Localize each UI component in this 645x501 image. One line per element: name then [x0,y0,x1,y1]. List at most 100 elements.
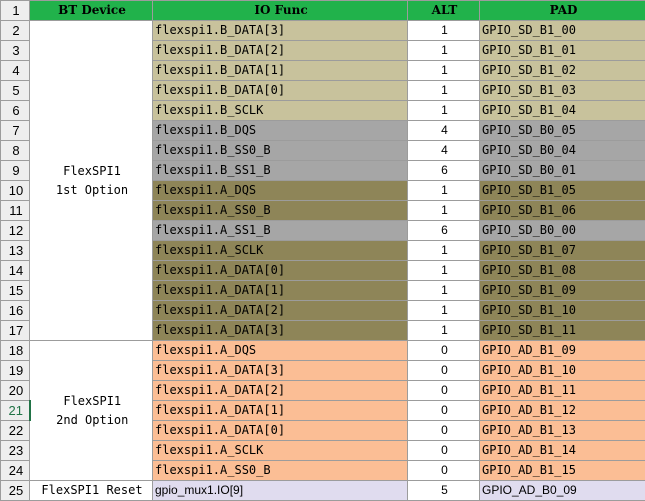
pad-cell[interactable]: GPIO_SD_B1_02 [480,61,645,81]
pad-cell[interactable]: GPIO_AD_B1_11 [480,381,645,401]
pad-cell[interactable]: GPIO_SD_B1_11 [480,321,645,341]
pad-cell[interactable]: GPIO_AD_B0_09 [480,481,645,501]
pad-cell[interactable]: GPIO_SD_B1_10 [480,301,645,321]
alt-cell[interactable]: 1 [408,301,480,321]
alt-cell[interactable]: 1 [408,81,480,101]
io-func-cell[interactable]: flexspi1.A_SCLK [153,241,408,261]
pad-cell[interactable]: GPIO_SD_B1_00 [480,21,645,41]
io-func-cell[interactable]: flexspi1.A_SS0_B [153,201,408,221]
pad-cell[interactable]: GPIO_SD_B1_03 [480,81,645,101]
alt-cell[interactable]: 0 [408,421,480,441]
io-func-cell[interactable]: flexspi1.A_DATA[1] [153,401,408,421]
alt-cell[interactable]: 1 [408,181,480,201]
pad-cell[interactable]: GPIO_SD_B1_04 [480,101,645,121]
pad-cell[interactable]: GPIO_AD_B1_09 [480,341,645,361]
row-number[interactable]: 12 [1,221,30,241]
io-func-cell[interactable]: flexspi1.A_DQS [153,341,408,361]
pad-cell[interactable]: GPIO_AD_B1_15 [480,461,645,481]
row-number[interactable]: 15 [1,281,30,301]
header-io-func[interactable]: IO Func [153,1,408,21]
io-func-cell[interactable]: flexspi1.A_DATA[3] [153,321,408,341]
io-func-cell[interactable]: flexspi1.A_DATA[1] [153,281,408,301]
io-func-cell[interactable]: flexspi1.A_DATA[2] [153,381,408,401]
alt-cell[interactable]: 1 [408,61,480,81]
row-number[interactable]: 7 [1,121,30,141]
io-func-cell[interactable]: flexspi1.B_SS1_B [153,161,408,181]
alt-cell[interactable]: 0 [408,361,480,381]
io-func-cell[interactable]: flexspi1.B_DATA[2] [153,41,408,61]
pad-cell[interactable]: GPIO_AD_B1_13 [480,421,645,441]
alt-cell[interactable]: 5 [408,481,480,501]
io-func-cell[interactable]: flexspi1.A_DATA[0] [153,421,408,441]
alt-cell[interactable]: 1 [408,281,480,301]
io-func-cell[interactable]: flexspi1.B_DATA[0] [153,81,408,101]
bt-device-cell[interactable]: FlexSPI11st Option [30,21,153,341]
row-number[interactable]: 19 [1,361,30,381]
row-number[interactable]: 2 [1,21,30,41]
row-number[interactable]: 16 [1,301,30,321]
io-func-cell[interactable]: flexspi1.A_DATA[0] [153,261,408,281]
io-func-cell[interactable]: flexspi1.A_DATA[2] [153,301,408,321]
row-number[interactable]: 23 [1,441,30,461]
pad-cell[interactable]: GPIO_SD_B0_05 [480,121,645,141]
alt-cell[interactable]: 0 [408,401,480,421]
row-number[interactable]: 18 [1,341,30,361]
row-number[interactable]: 20 [1,381,30,401]
header-bt-device[interactable]: BT Device [30,1,153,21]
alt-cell[interactable]: 0 [408,341,480,361]
pad-cell[interactable]: GPIO_SD_B1_05 [480,181,645,201]
io-func-cell[interactable]: flexspi1.A_DQS [153,181,408,201]
alt-cell[interactable]: 1 [408,101,480,121]
io-func-cell[interactable]: flexspi1.A_DATA[3] [153,361,408,381]
row-number[interactable]: 11 [1,201,30,221]
pad-cell[interactable]: GPIO_SD_B0_01 [480,161,645,181]
alt-cell[interactable]: 4 [408,141,480,161]
header-alt[interactable]: ALT [408,1,480,21]
row-number[interactable]: 10 [1,181,30,201]
io-func-cell[interactable]: gpio_mux1.IO[9] [153,481,408,501]
io-func-cell[interactable]: flexspi1.A_SS1_B [153,221,408,241]
row-number[interactable]: 3 [1,41,30,61]
pad-cell[interactable]: GPIO_SD_B1_07 [480,241,645,261]
row-number[interactable]: 9 [1,161,30,181]
io-func-cell[interactable]: flexspi1.A_SCLK [153,441,408,461]
pad-cell[interactable]: GPIO_SD_B1_01 [480,41,645,61]
row-number[interactable]: 6 [1,101,30,121]
alt-cell[interactable]: 0 [408,381,480,401]
io-func-cell[interactable]: flexspi1.B_DATA[1] [153,61,408,81]
pad-cell[interactable]: GPIO_SD_B1_06 [480,201,645,221]
alt-cell[interactable]: 6 [408,221,480,241]
row-number[interactable]: 24 [1,461,30,481]
row-number[interactable]: 14 [1,261,30,281]
bt-device-cell[interactable]: FlexSPI1 Reset [30,481,153,501]
row-number[interactable]: 1 [1,1,30,21]
row-number[interactable]: 21 [1,401,30,421]
row-number[interactable]: 4 [1,61,30,81]
row-number[interactable]: 5 [1,81,30,101]
pad-cell[interactable]: GPIO_AD_B1_10 [480,361,645,381]
row-number[interactable]: 8 [1,141,30,161]
pad-cell[interactable]: GPIO_SD_B1_09 [480,281,645,301]
alt-cell[interactable]: 6 [408,161,480,181]
alt-cell[interactable]: 4 [408,121,480,141]
row-number[interactable]: 22 [1,421,30,441]
alt-cell[interactable]: 1 [408,241,480,261]
row-number[interactable]: 25 [1,481,30,501]
io-func-cell[interactable]: flexspi1.B_DATA[3] [153,21,408,41]
header-pad[interactable]: PAD [480,1,645,21]
pad-cell[interactable]: GPIO_SD_B0_04 [480,141,645,161]
io-func-cell[interactable]: flexspi1.B_DQS [153,121,408,141]
alt-cell[interactable]: 1 [408,321,480,341]
pad-cell[interactable]: GPIO_AD_B1_14 [480,441,645,461]
bt-device-cell[interactable]: FlexSPI12nd Option [30,341,153,481]
pad-cell[interactable]: GPIO_AD_B1_12 [480,401,645,421]
row-number[interactable]: 13 [1,241,30,261]
pad-cell[interactable]: GPIO_SD_B0_00 [480,221,645,241]
alt-cell[interactable]: 1 [408,41,480,61]
alt-cell[interactable]: 1 [408,261,480,281]
alt-cell[interactable]: 0 [408,441,480,461]
alt-cell[interactable]: 0 [408,461,480,481]
io-func-cell[interactable]: flexspi1.A_SS0_B [153,461,408,481]
row-number[interactable]: 17 [1,321,30,341]
io-func-cell[interactable]: flexspi1.B_SCLK [153,101,408,121]
